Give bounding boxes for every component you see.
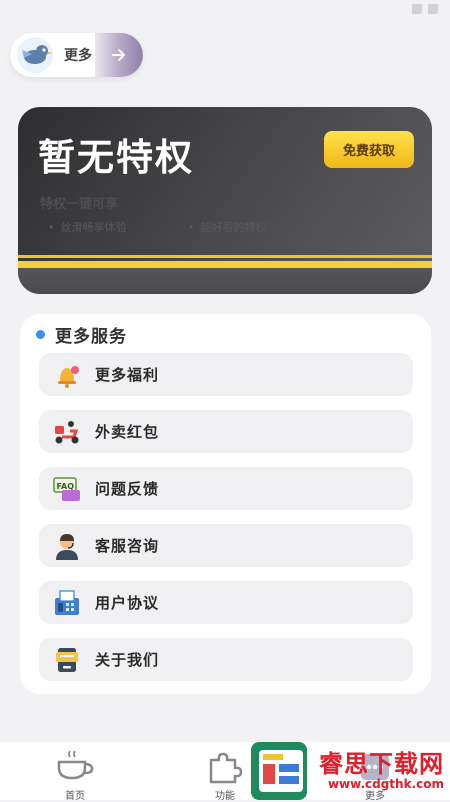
service-item-agreement[interactable]: 用户协议 <box>39 581 413 624</box>
service-label: 外卖红包 <box>95 423 160 441</box>
service-item-takeout[interactable]: 外卖红包 <box>39 410 413 453</box>
services-title: 更多服务 <box>55 327 127 347</box>
benefit-item: 丝滑畅享体验 <box>48 219 127 235</box>
bird-avatar-icon <box>17 37 53 73</box>
privilege-title: 暂无特权 <box>38 136 194 179</box>
faq-icon: FAQ <box>53 476 80 501</box>
card-stripe <box>18 255 432 258</box>
card-footer <box>18 268 432 294</box>
service-label: 关于我们 <box>95 651 160 669</box>
status-bar <box>0 0 450 22</box>
info-board-icon <box>56 647 78 672</box>
services-header: 更多服务 <box>36 322 127 347</box>
service-item-support[interactable]: 客服咨询 <box>39 524 413 567</box>
privilege-card: 暂无特权 免费获取 特权一键可享 丝滑畅享体验 超好看的特权 <box>18 107 432 294</box>
bell-gift-icon <box>58 365 79 388</box>
header-dot <box>36 330 45 339</box>
watermark: 睿思下载网 www.cdgthk.com <box>319 744 444 791</box>
card-stripe <box>18 261 432 268</box>
more-label: 更多 <box>64 48 92 64</box>
service-item-about[interactable]: 关于我们 <box>39 638 413 681</box>
coffee-cup-icon <box>57 750 94 780</box>
customer-service-icon <box>56 533 78 560</box>
service-label: 问题反馈 <box>95 480 160 498</box>
watermark-url: www.cdgthk.com <box>327 777 444 791</box>
free-claim-button[interactable]: 免费获取 <box>324 131 414 168</box>
service-label: 更多福利 <box>95 366 160 384</box>
puzzle-icon <box>209 752 243 784</box>
benefit-item: 超好看的特权 <box>188 219 267 235</box>
privilege-subtitle: 特权一键可享 <box>40 197 119 212</box>
fax-document-icon <box>55 589 79 615</box>
battery-icon <box>428 4 438 14</box>
nav-item-home[interactable]: 首页 <box>35 742 115 802</box>
svg-text:FAQ: FAQ <box>57 482 75 491</box>
service-label: 客服咨询 <box>95 537 160 555</box>
more-header-pill[interactable]: 更多 <box>10 33 143 77</box>
arrow-right-icon <box>112 49 125 61</box>
arrow-right-button[interactable] <box>95 33 143 77</box>
service-label: 用户协议 <box>95 594 160 612</box>
service-item-feedback[interactable]: FAQ 问题反馈 <box>39 467 413 510</box>
delivery-scooter-icon <box>55 420 79 443</box>
watermark-title: 睿思下载网 <box>319 750 444 778</box>
site-logo-icon <box>251 742 307 800</box>
more-services-panel: 更多服务 更多福利 外卖红包 FAQ 问题反馈 客服咨询 用户协议 关于我们 <box>20 314 431 694</box>
wifi-icon <box>412 4 422 14</box>
status-icons <box>412 4 438 14</box>
service-item-welfare[interactable]: 更多福利 <box>39 353 413 396</box>
